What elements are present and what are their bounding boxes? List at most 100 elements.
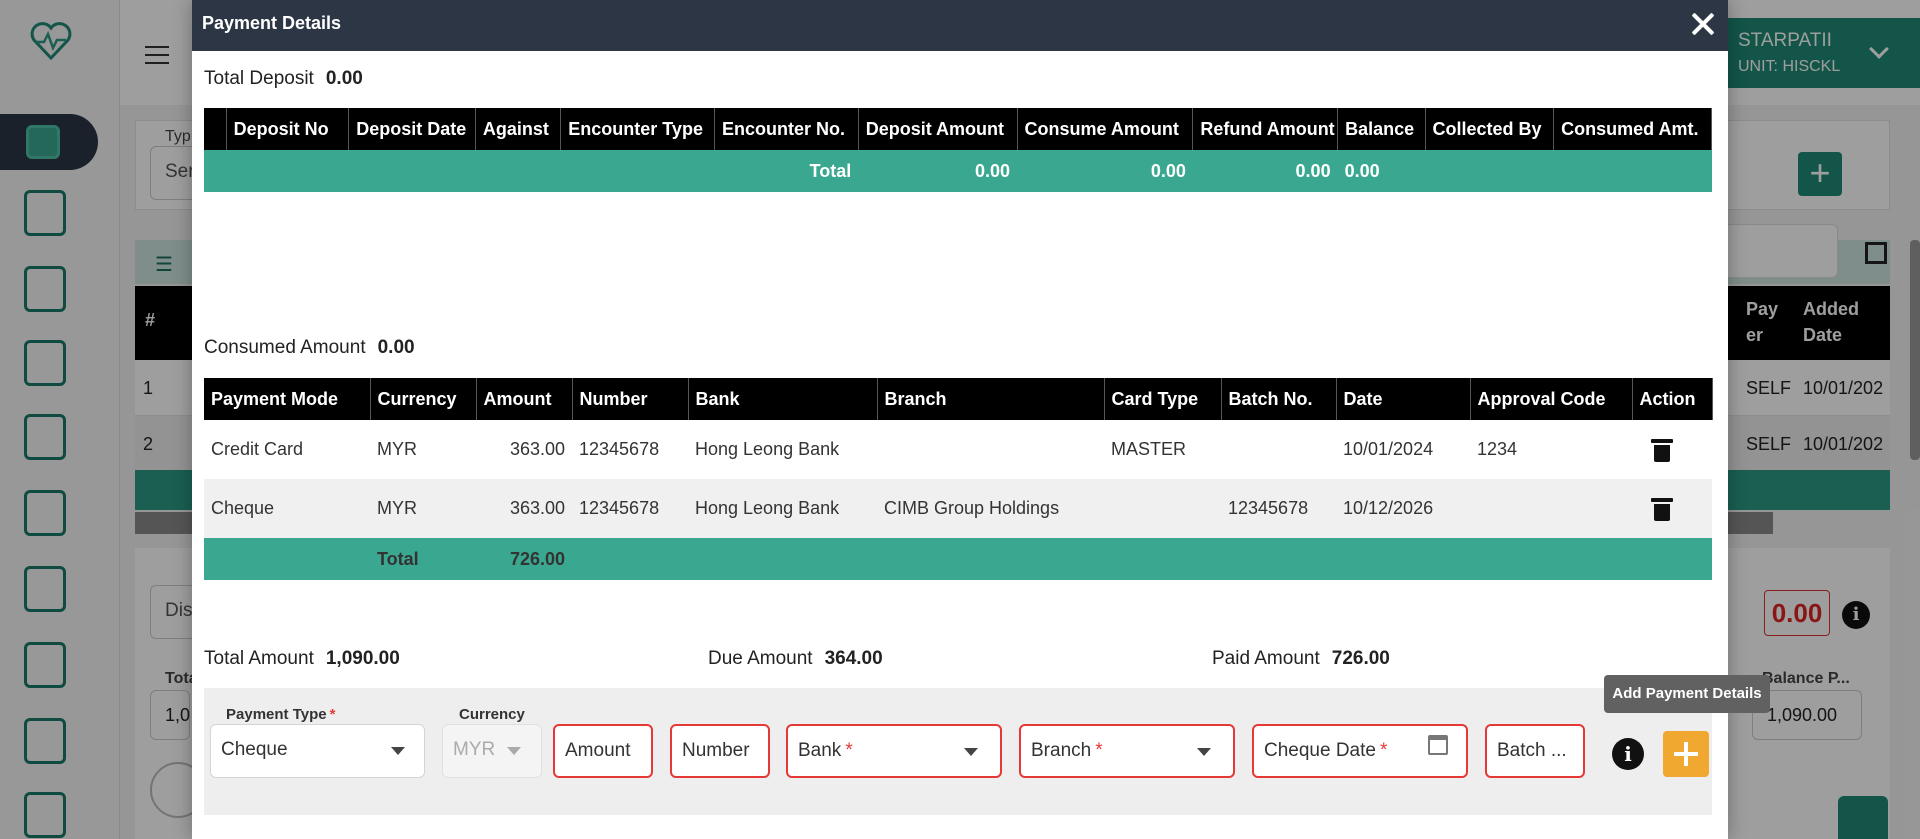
col-deposit-date: Deposit Date — [348, 108, 476, 150]
caret-down-icon — [1197, 748, 1211, 756]
payment-type-label: Payment Type * — [226, 706, 336, 723]
payment-details-modal: Payment Details Total Deposit 0.00 Deposi… — [192, 0, 1728, 839]
bank-select[interactable]: Bank * — [786, 724, 1002, 778]
cell-approval — [1470, 479, 1632, 538]
col-card-type: Card Type — [1104, 378, 1222, 420]
cell-branch — [877, 420, 1104, 479]
payment-table: Payment Mode Currency Amount Number Bank… — [204, 378, 1713, 580]
cell-number: 12345678 — [572, 479, 688, 538]
payment-total-row: Total 726.00 — [204, 538, 1712, 580]
bank-placeholder: Bank — [798, 740, 842, 761]
payment-type-value: Cheque — [221, 739, 288, 760]
cell-amount: 363.00 — [476, 479, 572, 538]
delete-icon[interactable] — [1651, 497, 1673, 521]
cell-amount: 363.00 — [509, 439, 565, 459]
col-consumed-amt: Consumed Amt. — [1553, 108, 1712, 150]
paid-amount-value: 726.00 — [1331, 648, 1390, 669]
caret-down-icon — [964, 748, 978, 756]
info-icon[interactable]: i — [1612, 738, 1644, 770]
branch-placeholder: Branch — [1031, 740, 1092, 761]
col-consume-amount: Consume Amount — [1017, 108, 1194, 150]
deposit-total-label: Total — [714, 150, 859, 192]
col-number: Number — [572, 378, 689, 420]
total-amount-value: 1,090.00 — [325, 648, 400, 669]
cell-mode: Cheque — [204, 479, 370, 538]
total-deposit-label: Total Deposit — [204, 68, 314, 89]
consumed-amount-value: 0.00 — [377, 337, 415, 358]
payment-table-header: Payment Mode Currency Amount Number Bank… — [204, 378, 1713, 420]
delete-icon[interactable] — [1651, 438, 1673, 462]
cell-action — [1632, 420, 1712, 479]
col-branch: Branch — [877, 378, 1105, 420]
deposit-total-row: Total 0.00 0.00 0.00 0.00 — [204, 150, 1712, 192]
cell-branch: CIMB Group Holdings — [877, 479, 1104, 538]
col-deposit-no: Deposit No — [226, 108, 350, 150]
calendar-icon[interactable] — [1428, 735, 1448, 755]
cell-card-type — [1104, 479, 1221, 538]
caret-down-icon — [391, 747, 405, 755]
col-select — [204, 108, 227, 150]
payment-total-amount: 726.00 — [476, 538, 572, 580]
cell-card-type: MASTER — [1111, 439, 1187, 459]
cell-number: 12345678 — [579, 439, 660, 459]
cheque-date-input[interactable]: Cheque Date * — [1252, 724, 1468, 778]
cell-mode: Credit Card — [211, 439, 304, 459]
col-balance: Balance — [1337, 108, 1426, 150]
col-action: Action — [1632, 378, 1713, 420]
col-approval-code: Approval Code — [1470, 378, 1633, 420]
deposit-table: Deposit No Deposit Date Against Encounte… — [204, 108, 1712, 192]
total-amount: Total Amount 1,090.00 — [204, 648, 400, 670]
deposit-total-balance: 0.00 — [1337, 150, 1426, 192]
cell-batch — [1221, 420, 1336, 479]
number-input[interactable]: Number — [670, 724, 770, 778]
col-encounter-type: Encounter Type — [560, 108, 716, 150]
deposit-table-header: Deposit No Deposit Date Against Encounte… — [204, 108, 1712, 150]
due-amount-label: Due Amount — [708, 648, 813, 669]
add-payment-tooltip: Add Payment Details — [1604, 675, 1770, 713]
table-row: Credit Card MYR 363.00 12345678 Hong Leo… — [204, 420, 1712, 479]
col-amount: Amount — [476, 378, 573, 420]
col-encounter-no: Encounter No. — [714, 108, 859, 150]
add-payment-button[interactable] — [1663, 731, 1709, 777]
col-bank: Bank — [688, 378, 878, 420]
modal-header: Payment Details — [192, 0, 1728, 51]
cell-currency: MYR — [370, 479, 476, 538]
payment-total-label: Total — [370, 538, 476, 580]
col-deposit-amount: Deposit Amount — [858, 108, 1018, 150]
col-collected-by: Collected By — [1425, 108, 1555, 150]
cell-bank: Hong Leong Bank — [688, 479, 877, 538]
batch-input[interactable]: Batch ... — [1485, 724, 1585, 778]
paid-amount: Paid Amount 726.00 — [1212, 648, 1390, 670]
col-against: Against — [475, 108, 562, 150]
cell-date: 10/01/2024 — [1343, 439, 1434, 459]
deposit-total-refund-amount: 0.00 — [1192, 150, 1338, 192]
cell-currency: MYR — [377, 439, 417, 459]
cell-batch: 12345678 — [1221, 479, 1336, 538]
paid-amount-label: Paid Amount — [1212, 648, 1320, 669]
cell-bank: Hong Leong Bank — [695, 439, 840, 459]
deposit-total-consume-amount: 0.00 — [1017, 150, 1193, 192]
close-icon[interactable] — [1686, 8, 1720, 42]
col-date: Date — [1336, 378, 1471, 420]
deposit-total-deposit-amount: 0.00 — [858, 150, 1017, 192]
table-row: Cheque MYR 363.00 12345678 Hong Leong Ba… — [204, 479, 1712, 538]
col-refund-amount: Refund Amount — [1192, 108, 1339, 150]
currency-value: MYR — [453, 739, 496, 760]
consumed-amount: Consumed Amount 0.00 — [204, 337, 415, 359]
cheque-date-placeholder: Cheque Date — [1264, 740, 1376, 761]
cell-action — [1632, 479, 1712, 538]
currency-select: MYR — [442, 724, 542, 778]
amount-input[interactable]: Amount — [553, 724, 653, 778]
cell-date: 10/12/2026 — [1336, 479, 1470, 538]
col-payment-mode: Payment Mode — [204, 378, 371, 420]
total-deposit-value: 0.00 — [325, 68, 363, 89]
col-currency: Currency — [370, 378, 477, 420]
consumed-amount-label: Consumed Amount — [204, 337, 366, 358]
col-batch-no: Batch No. — [1221, 378, 1337, 420]
caret-down-icon — [507, 747, 521, 755]
due-amount-value: 364.00 — [824, 648, 883, 669]
branch-select[interactable]: Branch * — [1019, 724, 1235, 778]
payment-type-select[interactable]: Cheque — [210, 724, 425, 778]
add-payment-form: Payment Type * Cheque Currency MYR Amount… — [204, 688, 1712, 815]
total-deposit: Total Deposit 0.00 — [204, 68, 363, 90]
